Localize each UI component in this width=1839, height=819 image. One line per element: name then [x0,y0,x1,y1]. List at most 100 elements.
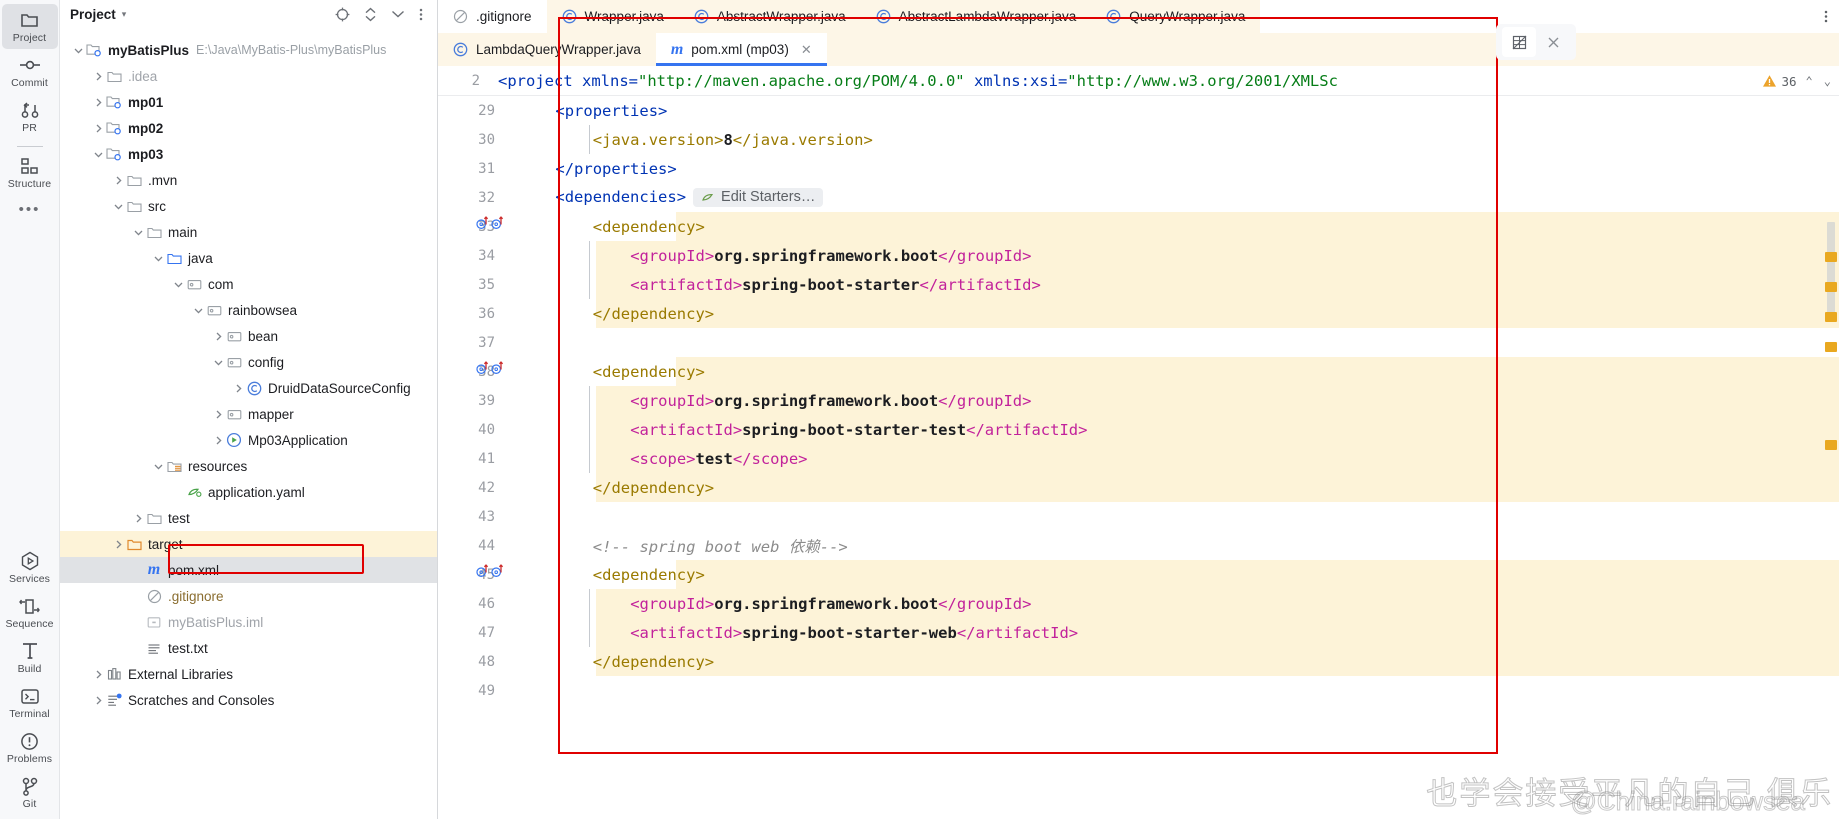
disclosure-arrow-icon[interactable] [112,538,125,551]
line-gutter[interactable]: 32 [438,183,498,212]
line-gutter[interactable]: 46 [438,589,498,618]
tree-item-mp02[interactable]: mp02 [60,115,437,141]
tree-item-resources[interactable]: resources [60,453,437,479]
disclosure-arrow-icon[interactable] [172,278,185,291]
tree-item-test-txt[interactable]: test.txt [60,635,437,661]
tree-item--gitignore[interactable]: .gitignore [60,583,437,609]
tree-item-test[interactable]: test [60,505,437,531]
tab-abstractlambdawrapper-java[interactable]: AbstractLambdaWrapper.java [861,0,1092,33]
sidebar-item-sequence[interactable]: Sequence [2,590,58,635]
prev-problem-button[interactable]: ⌃ [1804,74,1815,88]
tab-abstractwrapper-java[interactable]: AbstractWrapper.java [679,0,861,33]
line-gutter[interactable]: 31 [438,154,498,183]
tree-item-src[interactable]: src [60,193,437,219]
disclosure-arrow-icon[interactable] [92,668,105,681]
tree-item-pom-xml[interactable]: m pom.xml [60,557,437,583]
gutter-run-markers[interactable] [476,563,504,578]
tab-wrapper-java[interactable]: Wrapper.java [547,0,679,33]
code-line[interactable]: 35 <artifactId>spring-boot-starter</artif… [438,270,1839,299]
inspection-widget[interactable]: 36 ⌃ ⌄ [1754,66,1833,95]
line-gutter[interactable]: 33 [438,212,504,241]
stripe-marker[interactable] [1825,342,1837,352]
stripe-marker[interactable] [1825,440,1837,450]
editor-tab-row-2[interactable]: LambdaQueryWrapper.java m pom.xml (mp03) ✕ [438,33,1839,66]
line-gutter[interactable]: 40 [438,415,498,444]
sidebar-item-services[interactable]: Services [2,545,58,590]
sidebar-item-pr[interactable]: PR [2,94,58,139]
editor-float-toolbar[interactable] [1496,24,1576,60]
tree-item-com[interactable]: com [60,271,437,297]
tab-pom-xml-mp03-[interactable]: m pom.xml (mp03) ✕ [655,33,827,66]
tree-item-rainbowsea[interactable]: rainbowsea [60,297,437,323]
tree-item-java[interactable]: java [60,245,437,271]
code-line[interactable]: 32 <dependencies> Edit Starters… [438,183,1839,212]
tree-item-application-yaml[interactable]: application.yaml [60,479,437,505]
disclosure-arrow-icon[interactable] [192,304,205,317]
code-line[interactable]: 45 <dependency> [438,560,1839,589]
tree-item-mp03application[interactable]: Mp03Application [60,427,437,453]
line-gutter[interactable]: 42 [438,473,498,502]
code-line[interactable]: 40 <artifactId>spring-boot-starter-test</… [438,415,1839,444]
tree-item-config[interactable]: config [60,349,437,375]
expand-collapse-icon[interactable] [364,7,377,22]
line-gutter[interactable]: 45 [438,560,504,589]
line-gutter[interactable]: 34 [438,241,498,270]
more-options-icon[interactable] [419,7,423,22]
disclosure-arrow-icon[interactable] [92,122,105,135]
tree-item--idea[interactable]: .idea [60,63,437,89]
line-gutter[interactable]: 39 [438,386,498,415]
stripe-marker[interactable] [1825,312,1837,322]
line-gutter[interactable]: 43 [438,502,498,531]
disclosure-arrow-icon[interactable] [132,512,145,525]
tab--gitignore[interactable]: .gitignore [438,0,547,33]
stripe-marker[interactable] [1825,282,1837,292]
code-line[interactable]: 42 </dependency> [438,473,1839,502]
code-line[interactable]: 31 </properties> [438,154,1839,183]
rail-more-button[interactable]: ••• [19,195,41,219]
tree-item-druiddatasourceconfig[interactable]: DruidDataSourceConfig [60,375,437,401]
disclosure-arrow-icon[interactable] [92,148,105,161]
line-gutter[interactable]: 30 [438,125,498,154]
tree-item-mybatisplus-iml[interactable]: myBatisPlus.iml [60,609,437,635]
code-editor[interactable]: 29 <properties> 30 <java.version>8</java.ve… [438,96,1839,819]
sidebar-item-structure[interactable]: Structure [2,150,58,195]
tree-item-mapper[interactable]: mapper [60,401,437,427]
sidebar-item-terminal[interactable]: Terminal [2,680,58,725]
tree-item-scratches-and-consoles[interactable]: Scratches and Consoles [60,687,437,713]
code-line[interactable]: 48 </dependency> [438,647,1839,676]
code-line[interactable]: 30 <java.version>8</java.version> [438,125,1839,154]
code-line[interactable]: 36 </dependency> [438,299,1839,328]
code-line[interactable]: 47 <artifactId>spring-boot-starter-web</a… [438,618,1839,647]
tree-item--mvn[interactable]: .mvn [60,167,437,193]
disclosure-arrow-icon[interactable] [212,356,225,369]
more-options-icon[interactable] [1813,0,1839,33]
line-gutter[interactable]: 41 [438,444,498,473]
disclosure-arrow-icon[interactable] [132,226,145,239]
disclosure-arrow-icon[interactable] [72,44,85,57]
code-line[interactable]: 33 <dependency> [438,212,1839,241]
disclosure-arrow-icon[interactable] [112,174,125,187]
line-gutter[interactable]: 48 [438,647,498,676]
disclosure-arrow-icon[interactable] [152,252,165,265]
disclosure-arrow-icon[interactable] [152,460,165,473]
code-line[interactable]: 44 <!-- spring boot web 依赖--> [438,531,1839,560]
locate-target-icon[interactable] [335,7,350,22]
status-badge[interactable]: 36 [1762,74,1797,89]
sidebar-item-git[interactable]: Git [2,770,58,815]
disclosure-arrow-icon[interactable] [92,70,105,83]
copy-structure-icon[interactable] [1502,27,1536,57]
line-gutter[interactable]: 37 [438,328,498,357]
disclosure-arrow-icon[interactable] [212,330,225,343]
line-gutter[interactable]: 38 [438,357,504,386]
sidebar-item-project[interactable]: Project [1,4,58,49]
gutter-run-markers[interactable] [476,215,504,230]
sidebar-item-commit[interactable]: Commit [2,49,58,94]
disclosure-arrow-icon[interactable] [212,408,225,421]
close-icon[interactable] [1536,27,1570,57]
stripe-marker[interactable] [1825,252,1837,262]
editor-tab-row-1[interactable]: .gitignore Wrapper.java AbstractWrapper.ja… [438,0,1839,33]
code-line[interactable]: 49 [438,676,1839,705]
sidebar-item-build[interactable]: Build [2,635,58,680]
hide-panel-icon[interactable] [391,7,405,22]
line-gutter[interactable]: 49 [438,676,498,705]
